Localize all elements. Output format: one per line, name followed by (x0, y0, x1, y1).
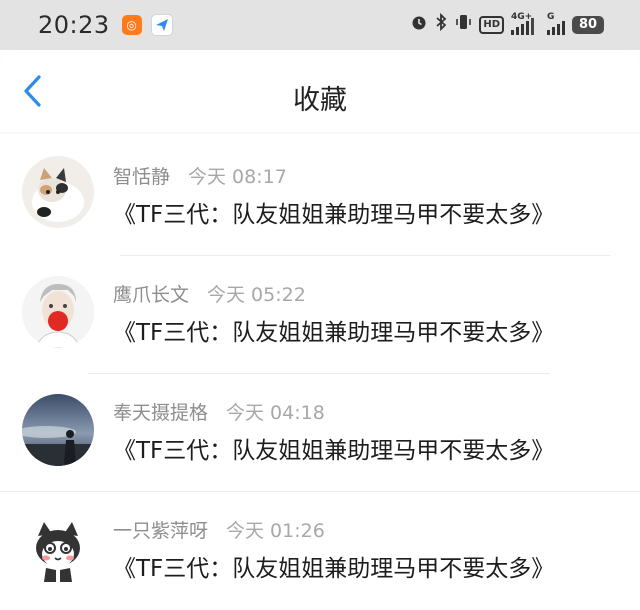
item-header: 智恬静 今天 08:17 (113, 162, 287, 189)
list-item[interactable]: 一只紫萍呀 今天 01:26 《TF三代：队友姐姐兼助理马甲不要太多》 (0, 492, 640, 610)
item-header: 奉天摄提格 今天 04:18 (113, 398, 325, 425)
vibrate-icon (454, 13, 472, 36)
nav-header: 收藏 (0, 50, 640, 132)
timestamp: 今天 08:17 (188, 166, 287, 188)
avatar[interactable] (22, 156, 94, 228)
timestamp: 今天 05:22 (207, 284, 306, 306)
taobao-icon: ◎ (121, 15, 142, 35)
avatar[interactable] (22, 514, 94, 586)
status-bar: 20:23 ◎ HD 4G+ G 80 (0, 0, 640, 50)
timestamp: 今天 04:18 (226, 402, 325, 424)
status-time: 20:23 (38, 11, 110, 39)
list-item[interactable]: 奉天摄提格 今天 04:18 《TF三代：队友姐姐兼助理马甲不要太多》 (0, 374, 640, 492)
send-app-icon (150, 14, 173, 36)
battery-indicator: 80 (572, 15, 604, 34)
item-message[interactable]: 《TF三代：队友姐姐兼助理马甲不要太多》 (113, 195, 554, 229)
user-name[interactable]: 智恬静 (113, 166, 170, 188)
signal-label-1: 4G+ (511, 11, 533, 22)
user-name[interactable]: 一只紫萍呀 (113, 520, 208, 542)
item-message[interactable]: 《TF三代：队友姐姐兼助理马甲不要太多》 (113, 313, 554, 347)
signal-icon-1: 4G+ (511, 11, 534, 35)
avatar[interactable] (22, 276, 94, 348)
item-header: 一只紫萍呀 今天 01:26 (113, 516, 325, 543)
list-item[interactable]: 智恬静 今天 08:17 《TF三代：队友姐姐兼助理马甲不要太多》 (0, 138, 640, 256)
user-name[interactable]: 奉天摄提格 (113, 402, 208, 424)
item-message[interactable]: 《TF三代：队友姐姐兼助理马甲不要太多》 (113, 431, 554, 465)
alarm-icon (410, 13, 428, 36)
signal-label-2: G (547, 11, 555, 22)
list-item[interactable]: 鹰爪长文 今天 05:22 《TF三代：队友姐姐兼助理马甲不要太多》 (0, 256, 640, 374)
page-title: 收藏 (293, 85, 347, 116)
user-name[interactable]: 鹰爪长文 (113, 284, 189, 306)
avatar[interactable] (22, 394, 94, 466)
hd-badge: HD (479, 15, 504, 34)
timestamp: 今天 01:26 (226, 520, 325, 542)
favorites-list: 智恬静 今天 08:17 《TF三代：队友姐姐兼助理马甲不要太多》 鹰爪长文 今天 … (0, 138, 640, 610)
item-message[interactable]: 《TF三代：队友姐姐兼助理马甲不要太多》 (113, 549, 554, 583)
signal-icon-2: G (547, 11, 565, 35)
item-header: 鹰爪长文 今天 05:22 (113, 280, 306, 307)
bluetooth-icon (435, 12, 447, 36)
status-icons: HD 4G+ G 80 (410, 11, 604, 36)
